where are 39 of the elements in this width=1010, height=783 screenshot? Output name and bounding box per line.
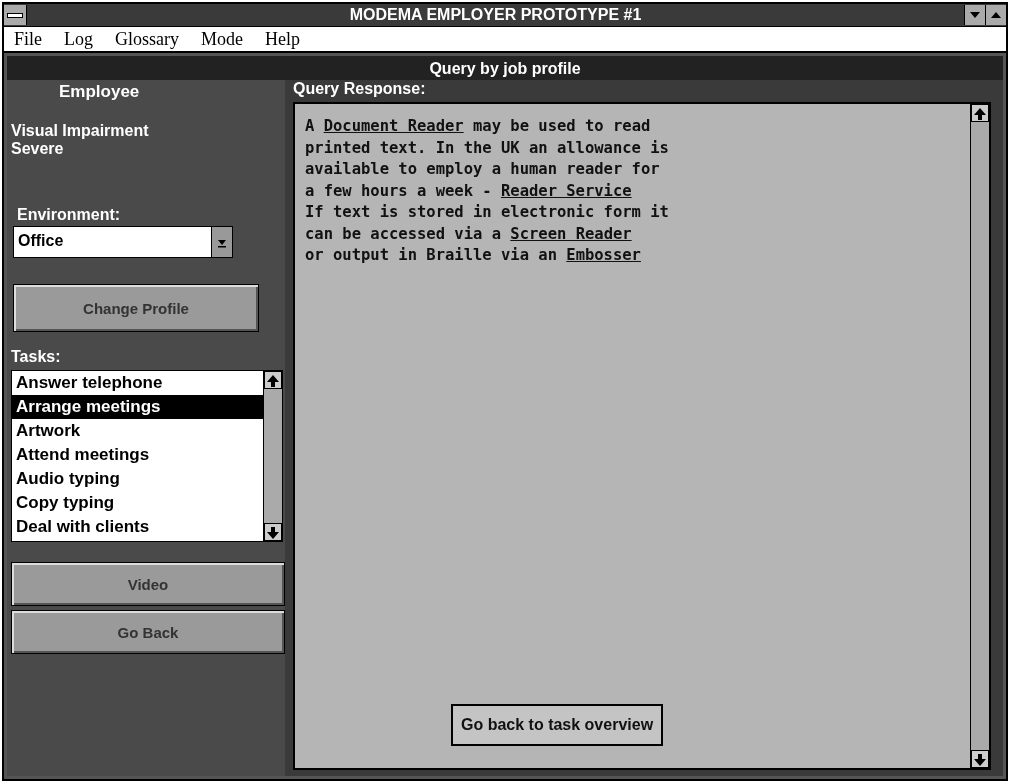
glossary-link[interactable]: Embosser xyxy=(566,246,641,264)
environment-dropdown[interactable]: Office xyxy=(13,226,233,258)
system-menu-icon[interactable] xyxy=(4,5,27,25)
minimize-icon[interactable] xyxy=(964,5,985,25)
scroll-down-icon[interactable] xyxy=(264,523,282,541)
section-heading: Employee xyxy=(58,81,141,102)
glossary-link[interactable]: Screen Reader xyxy=(510,224,632,243)
task-item[interactable]: Answer telephone xyxy=(12,371,263,395)
task-item[interactable]: Audio typing xyxy=(12,467,263,491)
scrollbar[interactable] xyxy=(970,104,989,768)
menu-item[interactable]: File xyxy=(10,28,46,50)
action-button[interactable]: Go Back xyxy=(11,610,285,654)
maximize-icon[interactable] xyxy=(985,5,1006,25)
scroll-down-icon[interactable] xyxy=(971,750,989,768)
task-item[interactable]: Copy typing xyxy=(12,491,263,515)
severity-label: Severe xyxy=(11,140,65,158)
menu-item[interactable]: Mode xyxy=(197,28,247,50)
impairment-label: Visual Impairment xyxy=(11,122,150,140)
action-button[interactable]: Video xyxy=(11,562,285,606)
menu-item[interactable]: Help xyxy=(261,28,304,50)
glossary-link[interactable]: Document Reader xyxy=(323,117,464,135)
task-item[interactable]: Deal with clients xyxy=(12,515,263,539)
tasks-label: Tasks: xyxy=(11,348,62,366)
menu-item[interactable]: Glossary xyxy=(111,28,183,50)
scroll-up-icon[interactable] xyxy=(264,371,282,389)
glossary-link[interactable]: Reader Service xyxy=(500,181,632,200)
task-item[interactable]: Arrange meetings xyxy=(12,395,263,419)
scroll-up-icon[interactable] xyxy=(971,104,989,122)
change-profile-button[interactable]: Change Profile xyxy=(13,284,259,332)
panel-title: Query by job profile xyxy=(7,56,1003,80)
overview-button[interactable]: Go back to task overview xyxy=(451,704,664,746)
task-item[interactable]: Artwork xyxy=(12,419,263,443)
response-label: Query Response: xyxy=(293,80,427,98)
task-item[interactable]: Attend meetings xyxy=(12,443,263,467)
menu-item[interactable]: Log xyxy=(60,28,97,50)
environment-label: Environment: xyxy=(17,206,122,224)
response-text: A Document Reader may be used to read printed text. In the UK an allowance is available to employ a human reader for a few hours a week - Reader Service If text is stored in electronic form it can be accessed via a Screen Reader or output in Braille via an Embosser xyxy=(305,116,669,266)
window-title: MODEMA EMPLOYER PROTOTYPE #1 xyxy=(348,6,643,24)
scrollbar[interactable] xyxy=(263,371,282,541)
